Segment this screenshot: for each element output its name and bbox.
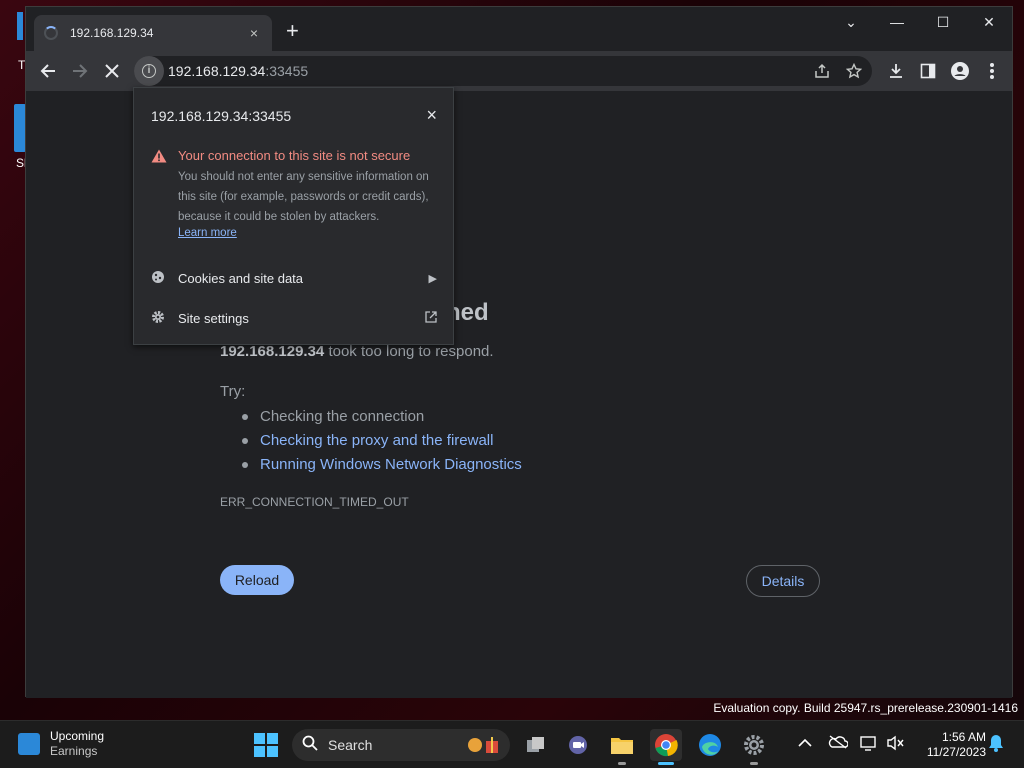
menu-icon[interactable]: [980, 59, 1004, 83]
chrome-icon[interactable]: [650, 729, 682, 765]
site-settings-row[interactable]: Site settings: [134, 300, 453, 336]
download-icon[interactable]: [884, 59, 908, 83]
chevron-up-icon[interactable]: [798, 735, 812, 751]
minimize-button[interactable]: —: [874, 7, 920, 37]
browser-tab[interactable]: 192.168.129.34 ×: [34, 15, 272, 51]
reload-button[interactable]: Reload: [220, 565, 294, 595]
maximize-button[interactable]: ☐: [920, 7, 966, 37]
taskbar-search[interactable]: Search: [292, 729, 510, 761]
forward-icon[interactable]: [68, 59, 92, 83]
notification-bell-icon[interactable]: [988, 734, 1004, 757]
share-icon[interactable]: [810, 59, 834, 83]
search-icon: [302, 735, 318, 756]
network-icon[interactable]: [860, 735, 878, 754]
gear-icon: [150, 310, 166, 327]
learn-more-link[interactable]: Learn more: [178, 227, 237, 239]
search-label: Search: [328, 737, 373, 753]
suggestion-item: Checking the connection: [240, 407, 522, 431]
url-text[interactable]: 192.168.129.34:33455: [168, 63, 308, 79]
url-port: :33455: [265, 63, 309, 79]
suggestion-link-diagnostics[interactable]: Running Windows Network Diagnostics: [240, 455, 522, 479]
tab-close-icon[interactable]: ×: [246, 25, 262, 41]
address-bar[interactable]: i 192.168.129.34:33455: [134, 56, 872, 86]
widget-line1: Upcoming: [50, 729, 105, 743]
clock-time: 1:56 AM: [941, 730, 986, 744]
url-host: 192.168.129.34: [168, 63, 266, 79]
loading-spinner-icon: [44, 26, 58, 40]
browser-toolbar: i 192.168.129.34:33455: [26, 51, 1012, 91]
site-info-popup: 192.168.129.34:33455 × Your connection t…: [133, 87, 454, 345]
cookie-icon: [150, 270, 166, 287]
error-host: 192.168.129.34: [220, 343, 325, 360]
file-explorer-icon[interactable]: [606, 729, 638, 765]
close-window-button[interactable]: ✕: [966, 7, 1012, 37]
edge-icon[interactable]: [694, 729, 726, 761]
new-tab-button[interactable]: +: [286, 20, 299, 42]
title-bar: 192.168.129.34 × + ⌄ — ☐ ✕: [26, 7, 1012, 51]
window-controls: ⌄ — ☐ ✕: [828, 7, 1012, 37]
try-label: Try:: [220, 383, 246, 400]
widgets-button[interactable]: Upcoming Earnings: [18, 729, 104, 759]
warning-title: Your connection to this site is not secu…: [178, 148, 411, 163]
onedrive-icon[interactable]: [828, 735, 849, 752]
task-view-icon[interactable]: [520, 729, 552, 761]
windows-start-icon[interactable]: [254, 733, 278, 757]
side-panel-icon[interactable]: [916, 59, 940, 83]
widget-line2: Earnings: [50, 744, 98, 758]
back-icon[interactable]: [36, 59, 60, 83]
suggestion-list: Checking the connection Checking the pro…: [240, 407, 522, 479]
profile-icon[interactable]: [948, 59, 972, 83]
warning-icon: [151, 149, 167, 163]
open-external-icon: [425, 310, 437, 326]
chevron-right-icon: ▶: [428, 272, 437, 285]
warning-body: You should not enter any sensitive infor…: [178, 171, 429, 223]
error-description: 192.168.129.34 took too long to respond.: [220, 343, 494, 360]
stock-chart-icon: [18, 733, 40, 755]
site-info-icon[interactable]: i: [134, 56, 164, 86]
site-settings-label: Site settings: [178, 310, 249, 326]
stop-icon[interactable]: [100, 59, 124, 83]
popup-host: 192.168.129.34:33455: [151, 108, 292, 124]
tab-search-button[interactable]: ⌄: [828, 7, 874, 37]
popup-close-icon[interactable]: ×: [426, 106, 437, 124]
search-highlight-icon: [466, 735, 500, 760]
clock-date: 11/27/2023: [926, 745, 986, 759]
details-button[interactable]: Details: [746, 565, 820, 597]
error-description-text: took too long to respond.: [324, 343, 494, 360]
taskbar: Upcoming Earnings Search 1:56 AM 11/27/2…: [0, 720, 1024, 768]
evaluation-watermark: Evaluation copy. Build 25947.rs_prerelea…: [713, 701, 1018, 715]
tab-title: 192.168.129.34: [70, 26, 154, 40]
taskbar-clock[interactable]: 1:56 AM 11/27/2023: [916, 730, 986, 760]
chat-icon[interactable]: [562, 729, 594, 761]
cookies-label: Cookies and site data: [178, 270, 304, 286]
bookmark-star-icon[interactable]: [842, 59, 866, 83]
error-code: ERR_CONNECTION_TIMED_OUT: [220, 495, 409, 509]
settings-icon[interactable]: [738, 729, 770, 765]
cookies-row[interactable]: Cookies and site data ▶: [134, 260, 453, 296]
desktop-app-edge: [17, 12, 23, 40]
volume-muted-icon[interactable]: [886, 735, 904, 754]
suggestion-link-proxy[interactable]: Checking the proxy and the firewall: [240, 431, 522, 455]
